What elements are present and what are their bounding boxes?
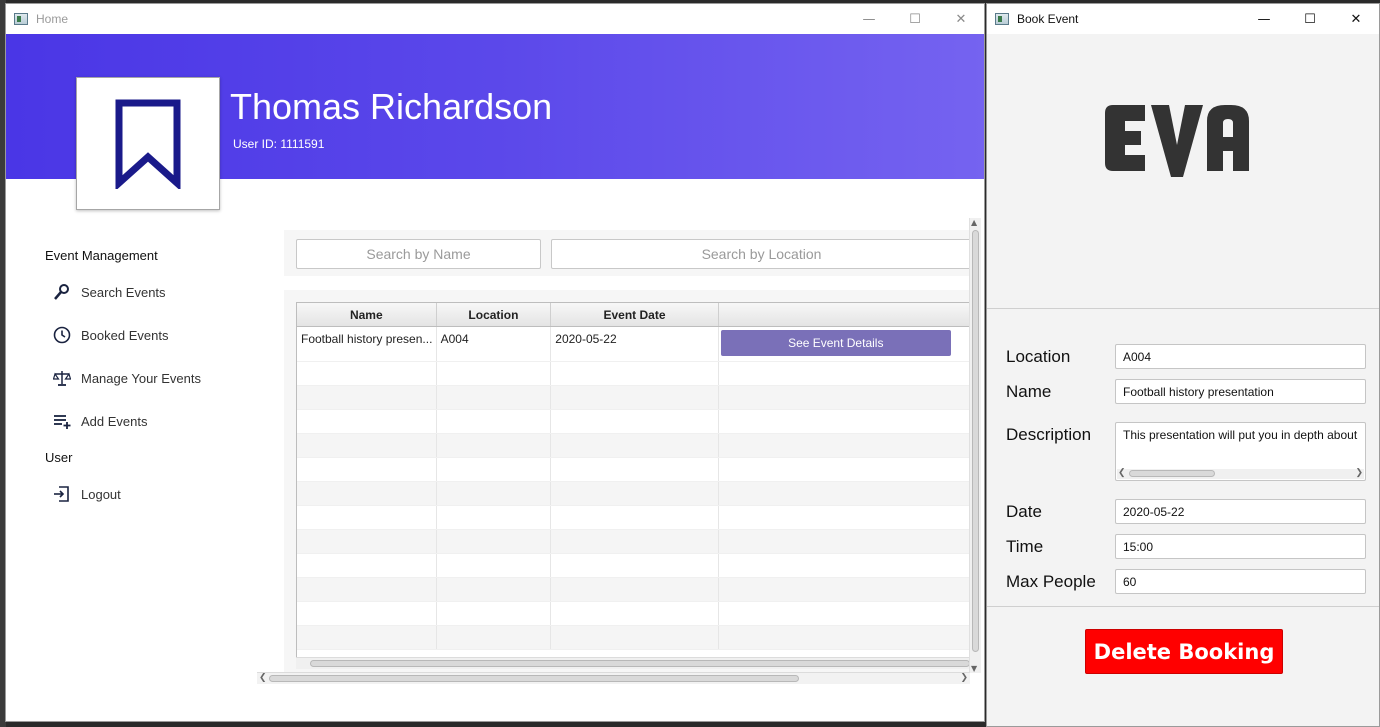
description-label: Description [1006, 425, 1092, 444]
scroll-down-icon[interactable]: ▼ [971, 664, 977, 673]
table-row-empty [297, 482, 971, 506]
table-row-empty [297, 602, 971, 626]
close-icon[interactable]: ✕ [1333, 4, 1379, 34]
scroll-right-icon[interactable]: ❯ [960, 673, 968, 683]
search-panel: Search by Name Search by Location [284, 230, 972, 276]
location-label: Location [1006, 347, 1071, 366]
book-titlebar[interactable]: Book Event — ☐ ✕ [987, 4, 1379, 34]
bookmark-icon [115, 99, 181, 189]
nav-item-search-events[interactable]: Search Events [51, 281, 166, 303]
events-table: Name Location Event Date Football histor… [296, 302, 972, 666]
app-window-icon [995, 13, 1009, 25]
table-row-empty [297, 554, 971, 578]
time-field[interactable]: 15:00 [1115, 534, 1366, 559]
column-header-action[interactable] [719, 303, 971, 326]
scroll-left-icon[interactable]: ❮ [1118, 467, 1126, 478]
table-row-empty [297, 506, 971, 530]
column-header-name[interactable]: Name [297, 303, 437, 326]
nav-item-label: Manage Your Events [81, 370, 201, 386]
time-label: Time [1006, 537, 1044, 556]
home-titlebar[interactable]: Home — ☐ ✕ [6, 4, 984, 34]
table-row-empty [297, 530, 971, 554]
window-controls: — ☐ ✕ [1241, 4, 1379, 34]
search-name-input[interactable]: Search by Name [296, 239, 541, 269]
nav-heading-event-management: Event Management [45, 248, 158, 263]
user-id: User ID: 1111591 [233, 137, 325, 151]
location-field[interactable]: A004 [1115, 344, 1366, 369]
delete-booking-button[interactable]: Delete Booking [1085, 629, 1283, 674]
nav-item-label: Booked Events [81, 327, 169, 343]
column-header-event-date[interactable]: Event Date [551, 303, 719, 326]
table-row-empty [297, 410, 971, 434]
scrollbar-thumb[interactable] [1129, 470, 1215, 477]
see-event-details-button[interactable]: See Event Details [720, 330, 951, 356]
scrollbar-thumb[interactable] [972, 230, 979, 652]
table-row-empty [297, 434, 971, 458]
nav-item-label: Logout [81, 486, 121, 502]
description-field[interactable]: This presentation will put you in depth … [1115, 422, 1366, 481]
table-header: Name Location Event Date [297, 303, 971, 327]
minimize-icon[interactable]: — [846, 4, 892, 34]
vertical-scrollbar[interactable]: ▲ ▼ [969, 218, 981, 673]
form-divider-bottom [987, 606, 1379, 607]
description-scrollbar[interactable]: ❮ ❯ [1117, 467, 1364, 479]
maximize-icon[interactable]: ☐ [1287, 4, 1333, 34]
date-label: Date [1006, 502, 1042, 521]
name-field[interactable]: Football history presentation [1115, 379, 1366, 404]
window-controls: — ☐ ✕ [846, 4, 984, 34]
events-table-panel: Name Location Event Date Football histor… [284, 290, 972, 673]
minimize-icon[interactable]: — [1241, 4, 1287, 34]
scroll-right-icon[interactable]: ❯ [1355, 467, 1363, 478]
nav-item-booked-events[interactable]: Booked Events [51, 324, 168, 346]
nav-item-add-events[interactable]: Add Events [51, 410, 148, 432]
cell-name: Football history presen... [297, 327, 437, 361]
nav-item-manage-your-events[interactable]: Manage Your Events [51, 367, 201, 389]
description-text: This presentation will put you in depth … [1123, 428, 1358, 442]
nav-item-logout[interactable]: Logout [51, 483, 121, 505]
table-row-empty [297, 578, 971, 602]
table-row[interactable]: Football history presen... A004 2020-05-… [297, 327, 971, 362]
nav-item-label: Search Events [81, 284, 166, 300]
column-header-location[interactable]: Location [437, 303, 552, 326]
table-row-empty [297, 626, 971, 650]
close-icon[interactable]: ✕ [938, 4, 984, 34]
table-row-empty [297, 362, 971, 386]
scroll-up-icon[interactable]: ▲ [971, 218, 977, 227]
search-location-input[interactable]: Search by Location [551, 239, 972, 269]
table-row-empty [297, 386, 971, 410]
scrollbar-thumb[interactable] [310, 660, 970, 667]
logout-icon [51, 484, 73, 504]
max-people-label: Max People [1006, 572, 1096, 591]
profile-logo [76, 77, 220, 210]
search-icon [51, 282, 73, 302]
scales-icon [51, 368, 73, 388]
date-field[interactable]: 2020-05-22 [1115, 499, 1366, 524]
eva-logo [987, 99, 1379, 183]
scrollbar-thumb[interactable] [269, 675, 799, 682]
table-horizontal-scrollbar[interactable] [296, 657, 972, 669]
cell-date: 2020-05-22 [551, 327, 719, 361]
name-label: Name [1006, 382, 1052, 401]
nav-item-label: Add Events [81, 413, 148, 429]
table-row-empty [297, 458, 971, 482]
maximize-icon[interactable]: ☐ [892, 4, 938, 34]
home-window: Home — ☐ ✕ Thomas Richardson User ID: 11… [5, 3, 985, 722]
user-name: Thomas Richardson [230, 86, 553, 127]
window-title: Book Event [1017, 12, 1079, 26]
scroll-left-icon[interactable]: ❮ [259, 673, 267, 683]
horizontal-scrollbar[interactable]: ❮ ❯ [257, 672, 970, 684]
max-people-field[interactable]: 60 [1115, 569, 1366, 594]
app-window-icon [14, 13, 28, 25]
add-list-icon [51, 411, 73, 431]
clock-icon [51, 325, 73, 345]
book-event-window: Book Event — ☐ ✕ Location A004 Name Foot… [986, 3, 1380, 727]
cell-action: See Event Details [719, 327, 971, 361]
form-divider-top [987, 308, 1379, 309]
window-title: Home [36, 12, 69, 26]
cell-location: A004 [437, 327, 552, 361]
nav-heading-user: User [45, 450, 73, 465]
eva-logo-graphic [1105, 105, 1249, 177]
